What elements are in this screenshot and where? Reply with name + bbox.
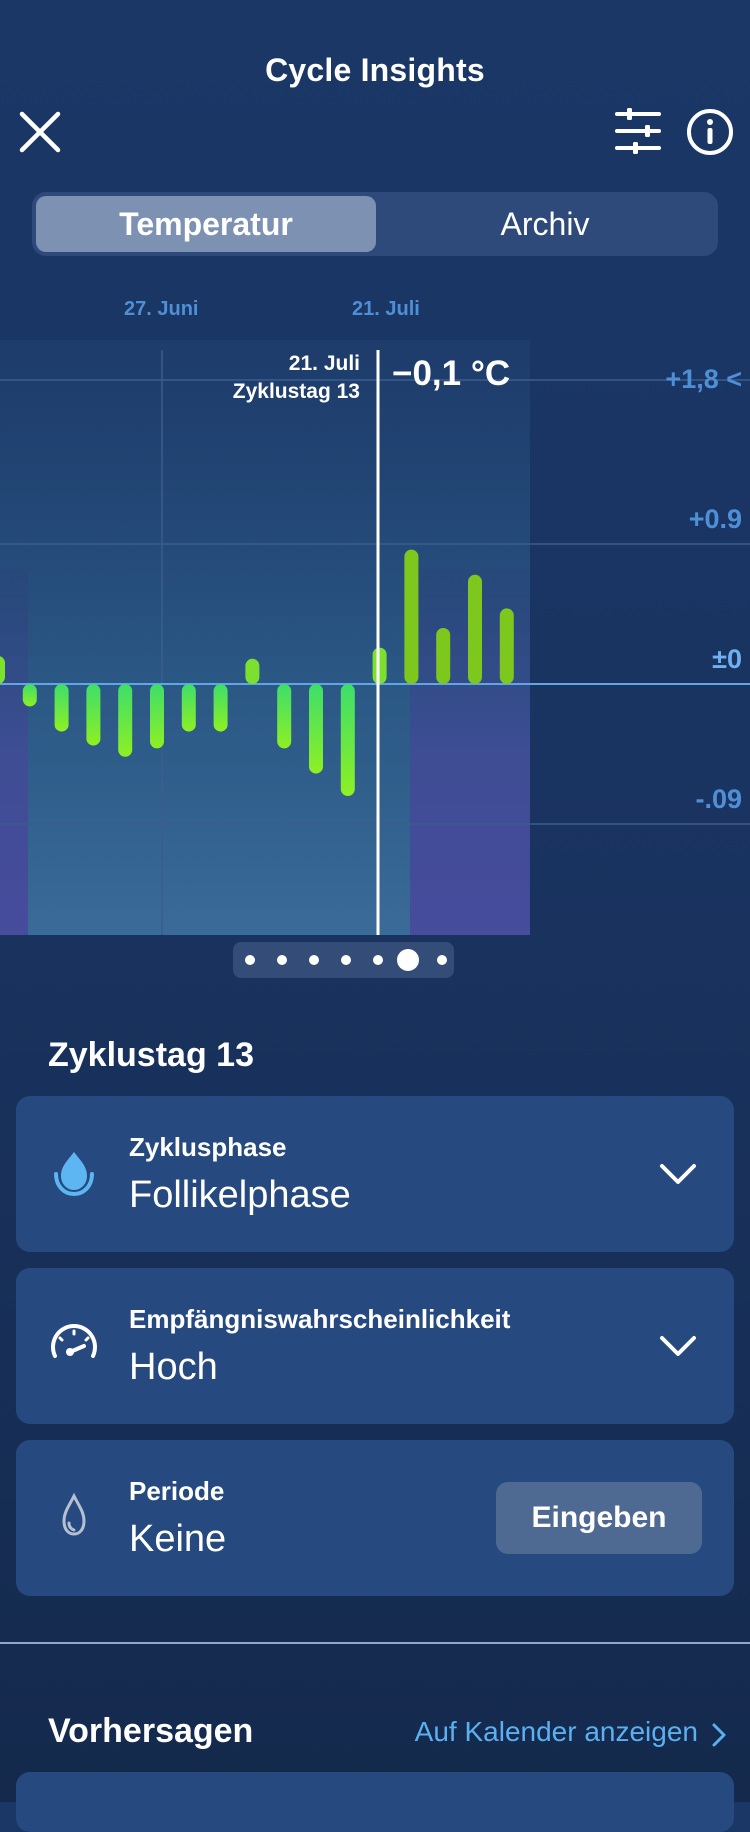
chart-bar bbox=[404, 549, 419, 684]
chevron-right-icon[interactable] bbox=[708, 1720, 730, 1750]
tooltip-cycle-day: Zyklustag 13 bbox=[232, 380, 360, 403]
temperature-chart[interactable] bbox=[0, 340, 750, 940]
page-dot[interactable] bbox=[341, 955, 351, 965]
chart-bar bbox=[277, 684, 292, 749]
chevron-down-icon[interactable] bbox=[658, 1156, 698, 1190]
page-dot[interactable] bbox=[309, 955, 319, 965]
date-label-june: 27. Juni bbox=[124, 298, 199, 320]
tab-temperatur[interactable]: Temperatur bbox=[36, 196, 376, 252]
chart-bar bbox=[309, 684, 323, 774]
segmented-control: Temperatur Archiv bbox=[32, 192, 718, 256]
y-tick-lower: -.09 bbox=[695, 784, 742, 814]
gauge-icon bbox=[51, 1324, 97, 1358]
chevron-down-icon[interactable] bbox=[658, 1328, 698, 1362]
show-calendar-link[interactable]: Auf Kalender anzeigen bbox=[415, 1716, 698, 1748]
info-button[interactable] bbox=[686, 108, 734, 156]
page-dot[interactable] bbox=[437, 955, 447, 965]
cycle-phase-value: Follikelphase bbox=[129, 1174, 351, 1216]
page-dot[interactable] bbox=[277, 955, 287, 965]
period-label: Periode bbox=[129, 1476, 225, 1506]
y-tick-upper: +0.9 bbox=[688, 504, 742, 534]
page-dot-active[interactable] bbox=[397, 949, 419, 971]
chart-bar bbox=[22, 684, 37, 707]
y-tick-top: +1,8 < bbox=[665, 364, 742, 394]
page-title: Cycle Insights bbox=[265, 52, 485, 88]
fertility-label: Empfängniswahrscheinlichkeit bbox=[129, 1304, 511, 1334]
sliders-icon bbox=[615, 108, 661, 154]
chart-bar bbox=[181, 684, 196, 732]
filter-button[interactable] bbox=[613, 108, 663, 156]
period-value: Keine bbox=[129, 1518, 227, 1560]
close-icon bbox=[19, 111, 61, 153]
cycle-phase-card[interactable]: Zyklusphase Follikelphase bbox=[16, 1096, 734, 1252]
chart-bar bbox=[118, 684, 133, 757]
info-icon bbox=[687, 109, 733, 155]
predictions-card[interactable] bbox=[16, 1772, 734, 1832]
chart-bar bbox=[468, 574, 482, 684]
date-label-july: 21. Juli bbox=[352, 298, 420, 320]
enter-period-button[interactable]: Eingeben bbox=[496, 1482, 702, 1554]
section-divider bbox=[0, 1642, 750, 1644]
y-tick-zero: ±0 bbox=[712, 644, 742, 674]
close-button[interactable] bbox=[18, 110, 62, 154]
tooltip-date: 21. Juli bbox=[288, 352, 360, 375]
tooltip-temperature: −0,1 °C bbox=[392, 354, 511, 393]
page-dot[interactable] bbox=[245, 955, 255, 965]
chart-pager[interactable] bbox=[233, 942, 454, 978]
chart-bar bbox=[340, 684, 355, 796]
chart-bar bbox=[372, 647, 387, 684]
chart-bar bbox=[150, 684, 164, 749]
cycle-phase-label: Zyklusphase bbox=[129, 1132, 287, 1162]
fertility-value: Hoch bbox=[129, 1346, 218, 1388]
chart-bar bbox=[499, 608, 514, 684]
chart-phase-band bbox=[0, 570, 28, 935]
fertility-card[interactable]: Empfängniswahrscheinlichkeit Hoch bbox=[16, 1268, 734, 1424]
chart-bar bbox=[0, 656, 5, 684]
period-card: Periode Keine Eingeben bbox=[16, 1440, 734, 1596]
chart-bar bbox=[245, 658, 260, 684]
tab-archiv[interactable]: Archiv bbox=[376, 196, 714, 252]
chart-bar bbox=[213, 684, 228, 732]
drop-icon bbox=[54, 1152, 94, 1197]
chart-bar bbox=[54, 684, 69, 732]
predictions-title: Vorhersagen bbox=[48, 1712, 254, 1750]
cycle-day-title: Zyklustag 13 bbox=[48, 1036, 254, 1074]
chart-bar bbox=[86, 684, 101, 746]
chart-bar bbox=[436, 628, 451, 684]
drop-outline-icon bbox=[62, 1492, 86, 1536]
page-dot[interactable] bbox=[373, 955, 383, 965]
